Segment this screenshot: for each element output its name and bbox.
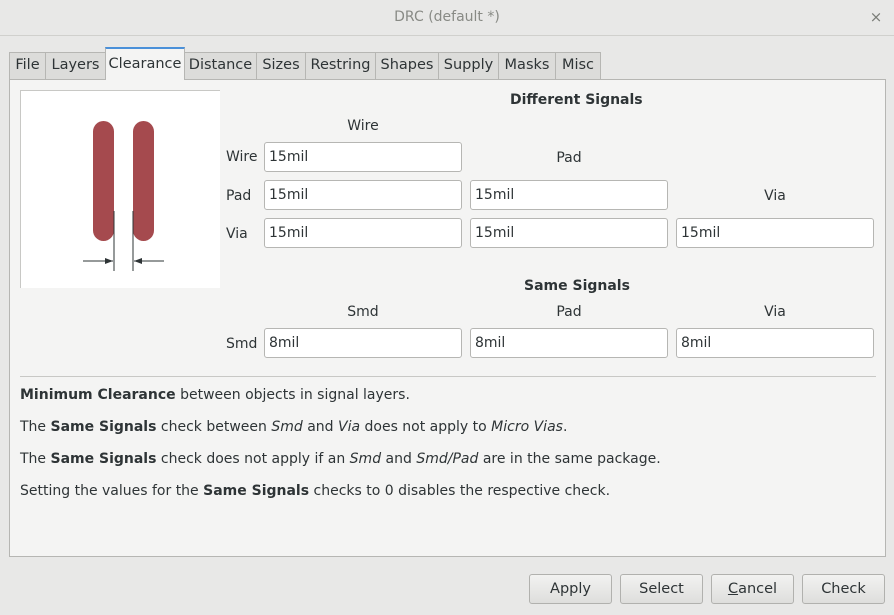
apply-button[interactable]: Apply — [529, 574, 612, 604]
col-header-wire: Wire — [347, 118, 379, 134]
window-title: DRC (default *) — [394, 9, 500, 25]
note-micro-vias: The Same Signals check between Smd and V… — [20, 419, 567, 435]
note-minimum-clearance: Minimum Clearance between objects in sig… — [20, 387, 410, 403]
cancel-button[interactable]: Cancel — [711, 574, 794, 604]
cancel-mnemonic: C — [727, 581, 739, 597]
note-text: The — [20, 419, 51, 435]
tab-misc[interactable]: Misc — [555, 52, 601, 79]
note-bold: Same Signals — [203, 483, 310, 499]
tab-distance[interactable]: Distance — [184, 52, 257, 79]
via-via-clearance-field[interactable] — [676, 218, 874, 248]
smd-smd-clearance-field[interactable] — [264, 328, 462, 358]
note-italic: Smd — [271, 419, 303, 435]
note-italic: Via — [338, 419, 361, 435]
tab-layers[interactable]: Layers — [45, 52, 106, 79]
select-button[interactable]: Select — [620, 574, 703, 604]
note-bold: Same Signals — [50, 451, 157, 467]
note-text: The — [20, 451, 51, 467]
trace-right — [133, 121, 154, 241]
via-pad-clearance-field[interactable] — [470, 218, 668, 248]
col-header-via: Via — [764, 188, 786, 204]
note-italic: Micro Vias — [491, 419, 563, 435]
note-text: and — [302, 419, 338, 435]
via-wire-clearance-field[interactable] — [264, 218, 462, 248]
note-text: Setting the values for the — [20, 483, 204, 499]
trace-left — [93, 121, 114, 241]
different-signals-heading: Different Signals — [510, 92, 643, 108]
col-header-same-pad: Pad — [556, 304, 582, 320]
col-header-same-via: Via — [764, 304, 786, 320]
arrowhead-right-icon — [134, 258, 142, 264]
note-text: does not apply to — [360, 419, 492, 435]
note-text: check does not apply if an — [156, 451, 350, 467]
smd-via-clearance-field[interactable] — [676, 328, 874, 358]
tab-sizes[interactable]: Sizes — [256, 52, 306, 79]
note-zero-disables: Setting the values for the Same Signals … — [20, 483, 610, 499]
note-bold: Minimum Clearance — [20, 387, 176, 403]
tab-supply[interactable]: Supply — [438, 52, 499, 79]
pad-wire-clearance-field[interactable] — [264, 180, 462, 210]
clearance-panel: Different Signals Wire Wire Pad Pad Via … — [9, 79, 886, 557]
cancel-label-post: ancel — [738, 581, 778, 597]
tab-shapes[interactable]: Shapes — [375, 52, 439, 79]
clearance-preview-image — [20, 90, 220, 288]
tab-restring[interactable]: Restring — [305, 52, 376, 79]
row-label-pad: Pad — [226, 188, 252, 204]
note-italic: Smd — [349, 451, 382, 467]
col-header-pad: Pad — [556, 150, 582, 166]
note-text: . — [562, 419, 568, 435]
note-text: are in the same package. — [478, 451, 661, 467]
note-text: checks to 0 disables the respective chec… — [309, 483, 611, 499]
row-label-via: Via — [226, 226, 248, 242]
note-text: check between — [156, 419, 272, 435]
row-label-wire: Wire — [226, 149, 258, 165]
clearance-illustration — [83, 121, 164, 271]
tab-masks[interactable]: Masks — [498, 52, 556, 79]
title-bar: DRC (default *) × — [0, 0, 894, 36]
tab-clearance[interactable]: Clearance — [105, 47, 185, 80]
wire-wire-clearance-field[interactable] — [264, 142, 462, 172]
note-bold: Same Signals — [50, 419, 157, 435]
note-same-package: The Same Signals check does not apply if… — [20, 451, 661, 467]
note-text: between objects in signal layers. — [175, 387, 410, 403]
arrowhead-left-icon — [105, 258, 113, 264]
close-icon[interactable]: × — [866, 7, 886, 27]
pad-pad-clearance-field[interactable] — [470, 180, 668, 210]
separator — [20, 376, 876, 377]
tab-file[interactable]: File — [9, 52, 46, 79]
col-header-smd: Smd — [347, 304, 379, 320]
note-text: and — [381, 451, 417, 467]
smd-pad-clearance-field[interactable] — [470, 328, 668, 358]
check-button[interactable]: Check — [802, 574, 885, 604]
note-italic: Smd/Pad — [416, 451, 479, 467]
row-label-smd: Smd — [226, 336, 258, 352]
same-signals-heading: Same Signals — [524, 278, 630, 294]
